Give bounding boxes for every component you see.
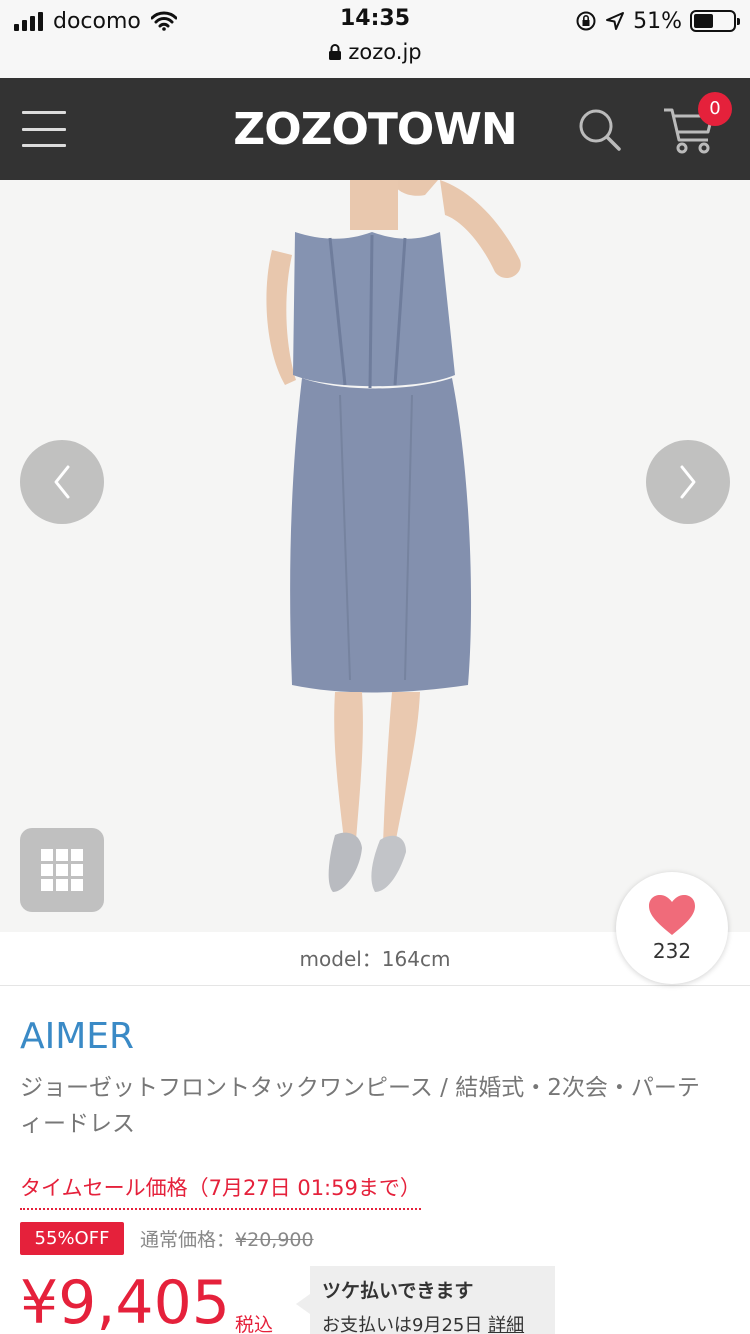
url-text: zozo.jp — [348, 40, 422, 64]
brand-name[interactable]: AIMER — [20, 1016, 134, 1057]
image-grid-button[interactable] — [20, 828, 104, 912]
regular-price-value: ¥20,900 — [235, 1229, 314, 1251]
deferred-payment-title: ツケ払いできます — [322, 1280, 474, 1302]
search-icon[interactable] — [574, 105, 624, 155]
heart-icon — [649, 895, 695, 935]
battery-icon — [690, 10, 740, 32]
cart-count-badge: 0 — [698, 92, 732, 126]
next-image-button[interactable] — [646, 440, 730, 524]
chevron-right-icon — [680, 465, 696, 499]
product-image[interactable] — [0, 180, 750, 932]
location-icon — [606, 12, 625, 30]
lock-icon — [329, 44, 342, 60]
prev-image-button[interactable] — [20, 440, 104, 524]
payment-due-text: お支払いは9月25日 — [322, 1315, 483, 1334]
url-bar[interactable]: zozo.jp — [0, 40, 750, 64]
payment-details-link[interactable]: 詳細 — [488, 1315, 524, 1334]
favorite-count: 232 — [652, 939, 692, 963]
chevron-left-icon — [54, 465, 70, 499]
site-header: ZOZOTOWN — [0, 78, 750, 180]
deferred-payment-info: お支払いは9月25日 詳細 — [322, 1311, 543, 1334]
deferred-payment-box: ツケ払いできます お支払いは9月25日 詳細 — [296, 1266, 555, 1334]
status-bar: docomo 14:35 51% zozo.jp — [0, 0, 750, 78]
sale-price: ¥9,405 — [20, 1268, 230, 1334]
product-name: ジョーゼットフロントタックワンピース / 結婚式・2次会・パーティードレス — [20, 1075, 700, 1137]
grid-icon — [41, 849, 83, 891]
regular-price: 通常価格：¥20,900 — [140, 1225, 314, 1252]
product-photo — [266, 180, 521, 892]
favorite-button[interactable]: 232 — [616, 872, 728, 984]
battery-level — [694, 14, 714, 28]
site-logo[interactable]: ZOZOTOWN — [0, 104, 750, 155]
battery-percent: 51% — [633, 8, 682, 34]
status-right: 51% — [575, 6, 740, 36]
tax-label: 税込 — [235, 1314, 274, 1334]
orientation-lock-icon — [576, 11, 596, 31]
time-sale-label[interactable]: タイムセール価格（7月27日 01:59まで） — [20, 1172, 421, 1210]
discount-badge: 55%OFF — [20, 1222, 124, 1255]
regular-price-label: 通常価格： — [140, 1229, 236, 1251]
